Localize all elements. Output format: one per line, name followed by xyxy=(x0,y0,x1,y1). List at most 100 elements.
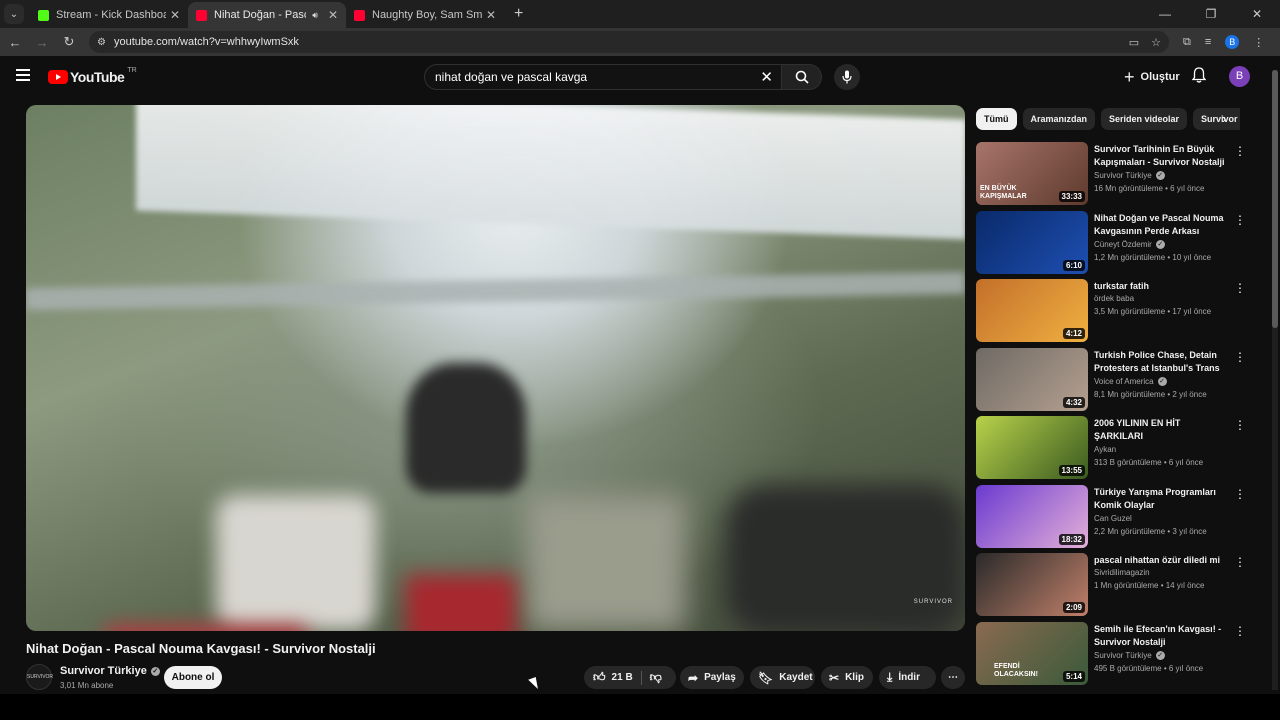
video-thumbnail[interactable]: 13:55 xyxy=(976,416,1088,479)
browser-profile-avatar[interactable]: B xyxy=(1225,35,1240,49)
bookmark-star-icon[interactable]: ☆ xyxy=(1151,36,1161,49)
chip-all[interactable]: Tümü xyxy=(976,108,1017,130)
save-button[interactable]: 🔖︎ Kaydet xyxy=(750,666,815,689)
tab-youtube-active[interactable]: Nihat Doğan - Pascal Nouma 🔊︎ ✕ xyxy=(188,2,346,28)
new-tab-button[interactable]: + xyxy=(514,5,523,23)
chip-survivor[interactable]: Survivor xyxy=(1193,108,1240,130)
speaker-icon[interactable]: 🔊︎ xyxy=(312,10,318,21)
related-videos: EN BÜYÜK KAPIŞMALAR 33:33 Survivor Tarih… xyxy=(976,142,1252,690)
kebab-menu-icon[interactable]: ⋮ xyxy=(1234,214,1246,226)
minimize-icon[interactable]: — xyxy=(1142,0,1188,28)
related-channel[interactable]: Survivor Türkiye ✓ xyxy=(1094,650,1165,660)
chip-from-search[interactable]: Aramanızdan xyxy=(1022,108,1096,130)
tab-close-icon[interactable]: ✕ xyxy=(486,8,496,22)
verified-check-icon: ✓ xyxy=(1155,171,1165,180)
like-count[interactable]: 21 B xyxy=(612,672,633,683)
related-meta: 313 B görüntüleme • 6 yıl önce xyxy=(1094,458,1204,467)
list-item[interactable]: 2:09 pascal nihattan özür diledi mi Sivr… xyxy=(976,553,1252,622)
notifications-button[interactable] xyxy=(1191,67,1207,88)
channel-avatar[interactable]: SURVIVOR xyxy=(26,664,53,690)
video-thumbnail[interactable]: 4:12 xyxy=(976,279,1088,342)
youtube-logo[interactable]: YouTube TR xyxy=(48,67,137,85)
close-window-icon[interactable]: ✕ xyxy=(1234,0,1280,28)
video-thumbnail[interactable]: 6:10 xyxy=(976,210,1088,274)
chevron-right-icon[interactable]: › xyxy=(1222,111,1226,126)
video-thumbnail[interactable]: 18:32 xyxy=(976,484,1088,548)
list-item[interactable]: 18:32 Türkiye Yarışma Programları Komik … xyxy=(976,484,1252,554)
hamburger-menu-icon[interactable] xyxy=(16,69,30,81)
related-channel[interactable]: Aykan xyxy=(1094,445,1116,454)
kebab-menu-icon[interactable]: ⋮ xyxy=(1234,488,1246,500)
clear-search-icon[interactable]: ✕ xyxy=(760,68,773,86)
kebab-menu-icon[interactable]: ⋮ xyxy=(1234,351,1246,363)
list-item[interactable]: EFENDİ OLACAKSIN! 5:14 Semih ile Efecan'… xyxy=(976,621,1252,691)
kebab-menu-icon[interactable]: ⋮ xyxy=(1234,419,1246,431)
address-bar[interactable]: ⚙ youtube.com/watch?v=whhwyIwmSxk ▭ ☆ xyxy=(89,31,1169,53)
channel-name-text: Survivor Türkiye xyxy=(60,665,147,677)
video-thumbnail[interactable]: 2:09 xyxy=(976,553,1088,616)
related-channel[interactable]: ördek baba xyxy=(1094,294,1134,303)
video-thumbnail[interactable]: EFENDİ OLACAKSIN! 5:14 xyxy=(976,621,1088,685)
restore-icon[interactable]: ❐ xyxy=(1188,0,1234,28)
search-input[interactable]: nihat doğan ve pascal kavga ✕ xyxy=(424,64,782,90)
more-actions-button[interactable]: ⋯ xyxy=(941,666,965,689)
window-controls: — ❐ ✕ xyxy=(1142,0,1280,28)
related-title[interactable]: 2006 YILININ EN HİT ŞARKILARI xyxy=(1094,417,1228,443)
media-controls-icon[interactable]: ≡ xyxy=(1205,36,1211,48)
cast-icon[interactable]: ▭ xyxy=(1129,36,1139,49)
voice-search-button[interactable] xyxy=(834,64,860,90)
related-channel[interactable]: Cüneyt Özdemir ✓ xyxy=(1094,239,1165,249)
tab-close-icon[interactable]: ✕ xyxy=(328,8,338,22)
subscribe-button[interactable]: Abone ol xyxy=(164,666,222,689)
thumbs-up-icon[interactable]: 👍︎ xyxy=(593,670,606,685)
related-title[interactable]: Survivor Tarihinin En Büyük Kapışmaları … xyxy=(1094,143,1228,169)
related-channel[interactable]: Voice of America ✓ xyxy=(1094,376,1167,386)
page-scrollbar-thumb[interactable] xyxy=(1272,70,1278,328)
kebab-menu-icon[interactable]: ⋮ xyxy=(1234,556,1246,568)
duration-badge: 2:09 xyxy=(1062,602,1085,613)
related-title[interactable]: turkstar fatih xyxy=(1094,280,1228,293)
list-item[interactable]: 4:12 turkstar fatih ördek baba 3,5 Mn gö… xyxy=(976,279,1252,348)
create-button[interactable]: + Oluştur xyxy=(1118,65,1186,89)
tab-kick[interactable]: Stream - Kick Dashboard ✕ xyxy=(30,2,188,28)
chip-series[interactable]: Seriden videolar xyxy=(1101,108,1188,130)
download-button[interactable]: ⤓ İndir xyxy=(879,666,936,689)
tab-close-icon[interactable]: ✕ xyxy=(170,8,180,22)
list-item[interactable]: 6:10 Nihat Doğan ve Pascal Nouma Kavgası… xyxy=(976,210,1252,280)
related-channel[interactable]: Can Guzel xyxy=(1094,514,1132,523)
list-item[interactable]: 4:32 Turkish Police Chase, Detain Protes… xyxy=(976,347,1252,417)
list-item[interactable]: 13:55 2006 YILININ EN HİT ŞARKILARI Ayka… xyxy=(976,416,1252,485)
youtube-play-icon xyxy=(48,70,68,84)
list-item[interactable]: EN BÜYÜK KAPIŞMALAR 33:33 Survivor Tarih… xyxy=(976,142,1252,211)
search-button[interactable] xyxy=(782,64,822,90)
kebab-menu-icon[interactable]: ⋮ xyxy=(1234,282,1246,294)
extensions-icon[interactable]: ⧉ xyxy=(1183,36,1191,49)
video-frame-person xyxy=(726,485,965,631)
related-channel[interactable]: Survivor Türkiye ✓ xyxy=(1094,171,1165,180)
share-button[interactable]: ➦ Paylaş xyxy=(680,666,744,689)
related-channel[interactable]: Sivridilimagazin xyxy=(1094,568,1150,577)
reload-icon[interactable]: ↻ xyxy=(57,34,81,50)
browser-menu-icon[interactable]: ⋮ xyxy=(1253,36,1264,49)
forward-icon[interactable]: → xyxy=(30,35,54,50)
related-title[interactable]: Nihat Doğan ve Pascal Nouma Kavgasının P… xyxy=(1094,212,1228,238)
video-thumbnail[interactable]: 4:32 xyxy=(976,347,1088,411)
channel-name[interactable]: Survivor Türkiye ✓ xyxy=(60,665,160,677)
related-title[interactable]: Semih ile Efecan'ın Kavgası! - Survivor … xyxy=(1094,623,1228,649)
tab-youtube-music[interactable]: Naughty Boy, Sam Smith - La la ✕ xyxy=(346,2,504,28)
related-channel-text: Survivor Türkiye xyxy=(1094,171,1152,180)
kebab-menu-icon[interactable]: ⋮ xyxy=(1234,145,1246,157)
related-title[interactable]: Turkish Police Chase, Detain Protesters … xyxy=(1094,349,1228,375)
related-title[interactable]: pascal nihattan özür diledi mi xyxy=(1094,554,1228,567)
kebab-menu-icon[interactable]: ⋮ xyxy=(1234,625,1246,637)
site-info-icon[interactable]: ⚙ xyxy=(97,37,106,48)
thumbs-down-icon[interactable]: 👎︎ xyxy=(650,670,662,685)
account-avatar[interactable]: B xyxy=(1229,66,1250,87)
back-icon[interactable]: ← xyxy=(3,35,27,50)
video-player[interactable]: SURVIVOR xyxy=(26,105,965,631)
video-thumbnail[interactable]: EN BÜYÜK KAPIŞMALAR 33:33 xyxy=(976,142,1088,205)
clip-button[interactable]: ✂ Klip xyxy=(821,666,873,689)
tab-search-button[interactable]: ⌄ xyxy=(4,4,24,24)
related-title[interactable]: Türkiye Yarışma Programları Komik Olayla… xyxy=(1094,486,1228,512)
like-dislike-group: 👍︎ 21 B 👎︎ xyxy=(584,666,676,689)
